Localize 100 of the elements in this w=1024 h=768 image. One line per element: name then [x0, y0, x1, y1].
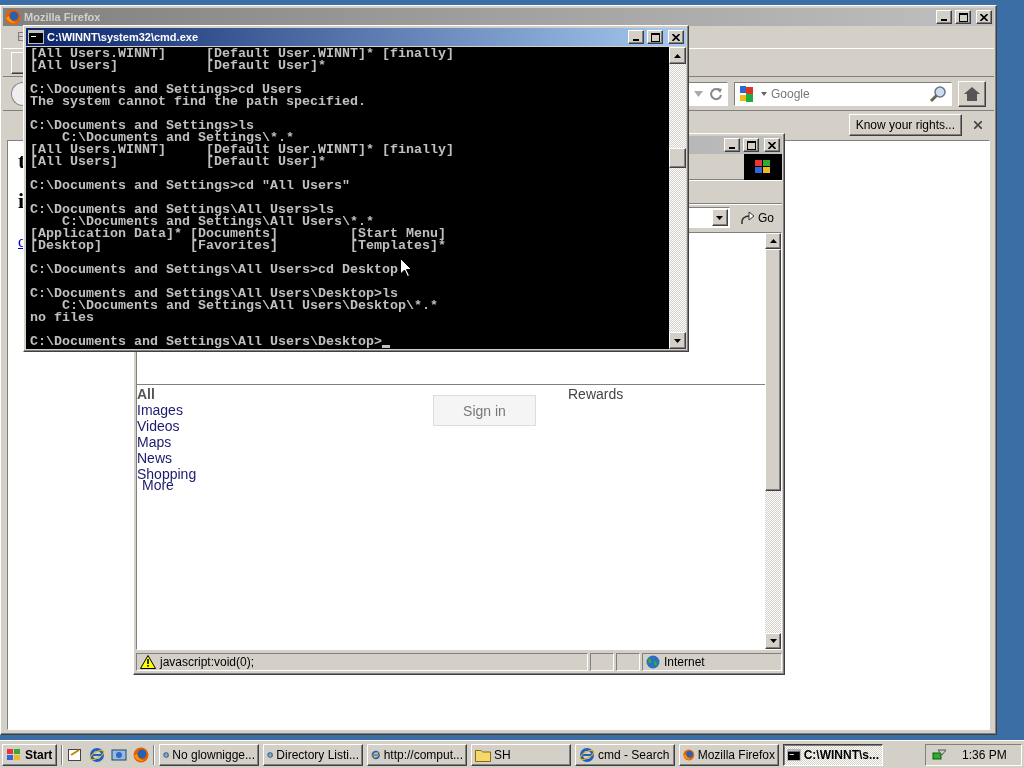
dropdown-icon[interactable] [761, 91, 767, 96]
nav-link[interactable]: Maps [137, 434, 172, 450]
globe-e-icon [579, 747, 595, 763]
taskbar-button[interactable]: http://comput... [367, 744, 467, 766]
taskbar-button[interactable]: C:\WINNT\s... [783, 744, 883, 766]
notification-button[interactable]: Know your rights... [848, 113, 962, 136]
scroll-up-button[interactable] [669, 47, 686, 64]
nav-link[interactable]: Shopping [137, 466, 197, 482]
close-button[interactable] [764, 138, 780, 152]
curved-arrow-icon [740, 210, 756, 225]
fox-globe-icon[interactable] [133, 747, 149, 763]
maximize-icon [746, 140, 756, 150]
close-icon [980, 13, 988, 21]
search-field[interactable]: Google [734, 81, 952, 106]
nav-link[interactable]: News [137, 450, 172, 466]
console-line: [All Users.WINNT] [Default User.WINNT]* [finally] [30, 48, 454, 60]
console-line: C:\Documents and Settings>cd "All Users" [30, 180, 350, 192]
minimize-button[interactable] [936, 10, 952, 24]
start-button[interactable]: Start [2, 744, 57, 766]
window-title: C:\WINNT\system32\cmd.exe [47, 31, 198, 43]
console-line: C:\Documents and Settings\All Users\*.* [62, 216, 374, 228]
browser-icon[interactable] [89, 747, 105, 763]
address-field[interactable] [688, 81, 728, 106]
dropdown-icon [694, 90, 703, 97]
zone-text: Internet [664, 655, 705, 669]
close-icon [768, 141, 776, 149]
down-arrow-icon [674, 338, 681, 343]
network-icon[interactable] [932, 747, 948, 763]
minimize-button[interactable] [724, 138, 740, 152]
scrollbar[interactable] [765, 233, 781, 649]
dropdown-button[interactable] [712, 209, 728, 226]
status-text: javascript:void(0); [160, 655, 255, 669]
window-title: Mozilla Firefox [24, 11, 101, 23]
taskbar-button[interactable]: cmd - Search [575, 744, 675, 766]
taskbar-button[interactable]: SH [471, 744, 571, 766]
up-arrow-icon [674, 53, 681, 58]
text-cursor [381, 345, 390, 348]
desktop-icon[interactable] [67, 747, 83, 763]
taskbar-button[interactable]: No glownigge... [159, 744, 259, 766]
status-pane [616, 653, 640, 671]
globe-icon [646, 655, 660, 669]
fox-globe-icon [5, 9, 21, 25]
channel-icon[interactable] [111, 747, 127, 763]
console-line: no files [30, 312, 94, 324]
close-icon [672, 33, 680, 41]
console-line: C:\Documents and Settings\All Users\Desktop>ls [30, 288, 398, 300]
maximize-button[interactable] [743, 138, 759, 152]
scrollbar[interactable] [669, 47, 686, 349]
reload-icon[interactable] [709, 86, 723, 101]
scroll-thumb[interactable] [669, 148, 686, 168]
close-button[interactable] [668, 30, 684, 44]
dropdown-icon [716, 215, 724, 220]
console-icon [787, 748, 801, 762]
close-button[interactable] [976, 10, 992, 24]
console-prompt: C:\Documents and Settings\All Users\Desktop> [30, 336, 382, 348]
console-icon [28, 30, 44, 44]
maximize-button[interactable] [955, 10, 971, 24]
console-line: C:\Documents and Settings>cd Users [30, 84, 302, 96]
console-line: The system cannot find the path specified. [30, 96, 366, 108]
console-line: C:\Documents and Settings\All Users>cd Desktop [30, 264, 398, 276]
nav-link[interactable]: Videos [137, 418, 180, 434]
windows-logo-icon [744, 154, 782, 180]
console-line: C:\Documents and Settings\All Users>ls [30, 204, 334, 216]
sign-in-button[interactable]: Sign in [433, 395, 536, 426]
maximize-icon [650, 32, 660, 42]
maximize-button[interactable] [647, 30, 663, 44]
console-line: [All Users.WINNT] [Default User.WINNT]* [finally] [30, 144, 454, 156]
console-line: [Application Data]* [Documents] [Start Menu] [30, 228, 446, 240]
fox-globe-icon [683, 747, 695, 763]
folder-icon [475, 748, 491, 762]
console-line: C:\Documents and Settings>ls [30, 120, 254, 132]
scroll-thumb[interactable] [765, 249, 781, 491]
up-arrow-icon [769, 239, 777, 243]
scroll-down-button[interactable] [669, 332, 686, 349]
console-line: C:\Documents and Settings\All Users\Desktop\*.* [62, 300, 438, 312]
taskbar-button[interactable]: Mozilla Firefox [679, 744, 779, 766]
warning-icon [140, 655, 156, 669]
search-placeholder: Google [771, 86, 811, 101]
clock: 1:36 PM [962, 748, 1007, 762]
status-pane [590, 653, 614, 671]
pointer-icon [400, 258, 412, 277]
down-arrow-icon [769, 639, 777, 643]
search-icon[interactable] [929, 84, 947, 103]
nav-link[interactable]: Images [137, 402, 183, 418]
console-line: [All Users] [Default User]* [30, 60, 326, 72]
taskbar-button[interactable]: Directory Listi... [263, 744, 363, 766]
rewards-link[interactable]: Rewards [568, 386, 624, 402]
scroll-up-button[interactable] [765, 233, 781, 249]
console-line: C:\Documents and Settings\*.* [62, 132, 294, 144]
minimize-button[interactable] [628, 30, 644, 44]
console-line: [All Users] [Default User]* [30, 156, 326, 168]
home-icon [964, 86, 980, 101]
close-icon[interactable] [974, 120, 982, 129]
nav-link[interactable]: All [137, 386, 155, 402]
scroll-down-button[interactable] [765, 633, 781, 649]
maximize-icon [958, 12, 968, 22]
windows-flag-icon [6, 748, 22, 762]
console-line: [Desktop] [Favorites] [Templates]* [30, 240, 446, 252]
page-heading: i [18, 187, 25, 215]
home-button[interactable] [958, 80, 986, 107]
